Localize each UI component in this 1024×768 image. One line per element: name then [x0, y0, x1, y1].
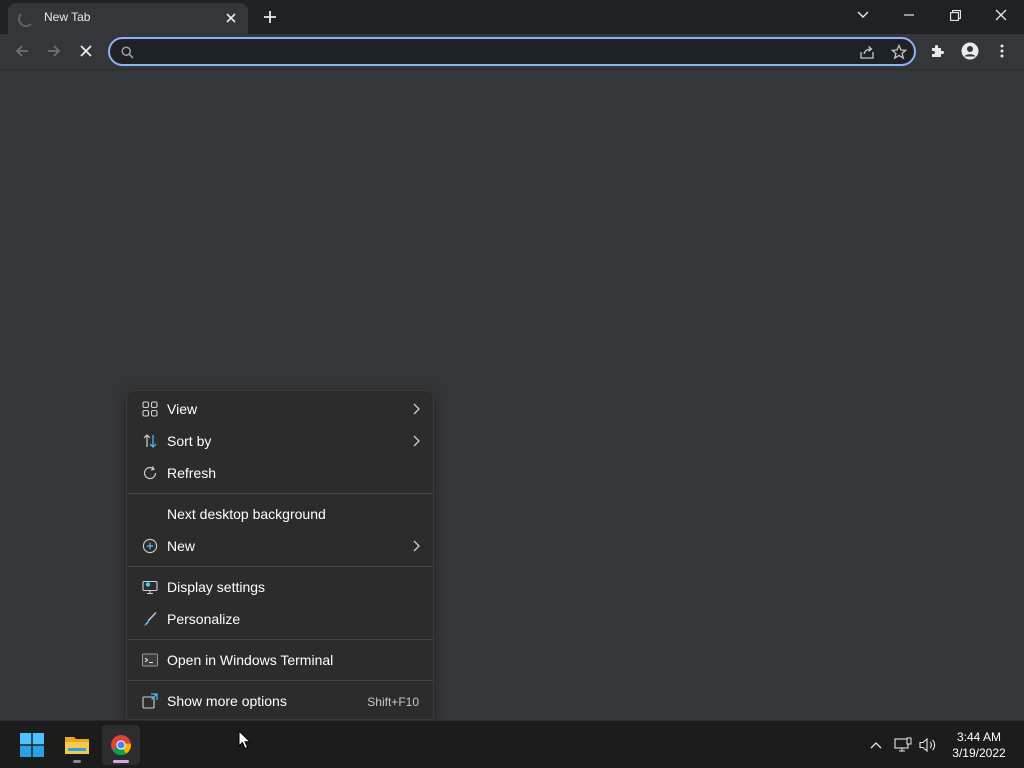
start-button[interactable] — [13, 725, 51, 765]
running-indicator — [73, 760, 81, 763]
grid-view-icon — [141, 400, 159, 418]
bookmark-star-icon[interactable] — [890, 43, 908, 61]
clock-date: 3/19/2022 — [952, 746, 1006, 760]
new-tab-button[interactable] — [258, 5, 282, 29]
plus-circle-icon — [141, 537, 159, 555]
chevron-up-icon[interactable] — [866, 735, 886, 755]
menu-separator — [128, 493, 433, 494]
address-input[interactable] — [140, 41, 840, 62]
loading-spinner-icon — [18, 11, 34, 27]
menu-item-label: Personalize — [167, 611, 241, 627]
taskbar-chrome[interactable] — [102, 725, 140, 765]
browser-titlebar: New Tab — [0, 0, 1024, 34]
back-button[interactable] — [8, 37, 36, 65]
desktop-context-menu: View Sort by Refresh Next desktop backgr… — [126, 390, 434, 720]
refresh-icon — [141, 464, 159, 482]
menu-item-view[interactable]: View — [131, 394, 429, 424]
terminal-icon — [141, 651, 159, 669]
chrome-icon — [111, 735, 132, 756]
chevron-right-icon — [413, 435, 420, 447]
menu-item-label: Refresh — [167, 465, 217, 481]
menu-item-new[interactable]: New — [131, 531, 429, 561]
menu-item-next-desktop-background[interactable]: Next desktop background — [131, 499, 429, 529]
menu-item-label: Open in Windows Terminal — [167, 652, 334, 668]
shortcut-hint: Shift+F10 — [367, 695, 419, 709]
browser-toolbar — [0, 34, 1024, 70]
chevron-right-icon — [413, 540, 420, 552]
windows-start-icon — [20, 733, 44, 757]
tab-title: New Tab — [44, 10, 91, 24]
display-icon — [141, 578, 159, 596]
menu-item-label: View — [167, 401, 198, 417]
menu-separator — [128, 639, 433, 640]
menu-item-label: Next desktop background — [167, 506, 326, 522]
menu-item-label: Sort by — [167, 433, 212, 449]
tab-new-tab[interactable]: New Tab — [8, 3, 248, 34]
menu-item-personalize[interactable]: Personalize — [131, 604, 429, 634]
chevron-right-icon — [413, 403, 420, 415]
active-indicator — [113, 760, 129, 763]
menu-item-show-more-options[interactable]: Show more options Shift+F10 — [131, 686, 429, 716]
network-icon[interactable] — [893, 735, 913, 755]
menu-item-open-in-terminal[interactable]: Open in Windows Terminal — [131, 645, 429, 675]
address-bar[interactable] — [108, 37, 916, 66]
search-icon — [118, 43, 136, 61]
restore-button[interactable] — [932, 0, 978, 30]
stop-loading-button[interactable] — [72, 37, 100, 65]
clock-time: 3:44 AM — [956, 730, 1002, 744]
menu-item-refresh[interactable]: Refresh — [131, 458, 429, 488]
tab-search-button[interactable] — [840, 0, 886, 30]
menu-item-label: Show more options — [167, 693, 287, 709]
tab-close-icon[interactable] — [222, 9, 240, 27]
profile-icon[interactable] — [956, 37, 984, 65]
menu-item-display-settings[interactable]: Display settings — [131, 572, 429, 602]
mouse-cursor-icon — [238, 730, 252, 750]
menu-item-label: New — [167, 538, 196, 554]
forward-button[interactable] — [40, 37, 68, 65]
extensions-puzzle-icon[interactable] — [924, 37, 952, 65]
taskbar: 3:44 AM 3/19/2022 — [0, 720, 1024, 768]
more-options-icon — [141, 692, 159, 710]
file-explorer-icon — [65, 737, 89, 754]
minimize-button[interactable] — [886, 0, 932, 30]
taskbar-file-explorer[interactable] — [58, 725, 96, 765]
menu-separator — [128, 566, 433, 567]
menu-kebab-icon[interactable] — [988, 37, 1016, 65]
share-icon[interactable] — [858, 43, 876, 61]
volume-icon[interactable] — [918, 735, 938, 755]
menu-separator — [128, 680, 433, 681]
close-window-button[interactable] — [978, 0, 1024, 30]
menu-item-label: Display settings — [167, 579, 266, 595]
brush-icon — [141, 610, 159, 628]
menu-item-sort-by[interactable]: Sort by — [131, 426, 429, 456]
sort-icon — [141, 432, 159, 450]
system-clock[interactable]: 3:44 AM 3/19/2022 — [944, 729, 1014, 761]
